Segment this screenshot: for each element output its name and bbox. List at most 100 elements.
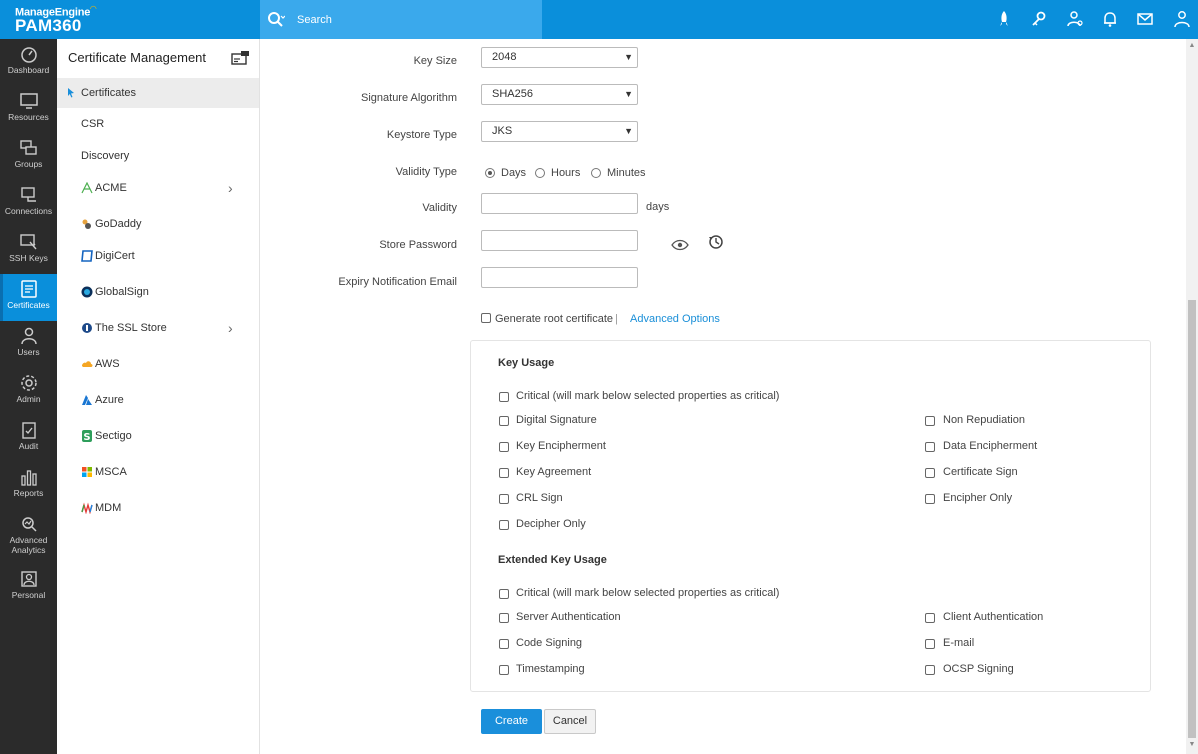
- validity-days-radio[interactable]: [485, 168, 495, 178]
- eye-icon[interactable]: [671, 239, 689, 251]
- acme-icon: [81, 182, 93, 194]
- key-agreement-checkbox[interactable]: [499, 468, 509, 478]
- key-link-icon[interactable]: [1030, 10, 1048, 28]
- non-repudiation-checkbox[interactable]: [925, 416, 935, 426]
- personal-icon: [20, 571, 37, 587]
- generate-root-checkbox[interactable]: [481, 313, 491, 323]
- godaddy-icon: [82, 219, 91, 229]
- users-icon: [20, 327, 37, 345]
- search-input[interactable]: Search: [297, 14, 332, 26]
- chevron-down-icon: ▼: [624, 89, 633, 99]
- crl-sign-checkbox[interactable]: [499, 494, 509, 504]
- code-signing-checkbox[interactable]: [499, 639, 509, 649]
- decipher-only-checkbox[interactable]: [499, 520, 509, 530]
- certificate-sign-label: Certificate Sign: [943, 466, 1018, 478]
- nav-admin[interactable]: Admin: [0, 368, 57, 415]
- keystore-type-label: Keystore Type: [386, 129, 457, 141]
- sidebar-item-mdm[interactable]: MDM: [57, 493, 259, 523]
- email-label: E-mail: [943, 637, 975, 649]
- nav-personal[interactable]: Personal: [0, 564, 57, 611]
- create-button[interactable]: Create: [481, 709, 542, 734]
- sidebar-item-sectigo[interactable]: S Sectigo: [57, 421, 259, 451]
- generate-root-label: Generate root certificate: [495, 313, 614, 325]
- microsoft-icon: [82, 467, 92, 477]
- nav-audit[interactable]: Audit: [0, 415, 57, 462]
- email-checkbox[interactable]: [925, 639, 935, 649]
- product-name: PAM360: [15, 16, 82, 35]
- server-authentication-label: Server Authentication: [516, 611, 621, 623]
- azure-icon: [82, 395, 92, 405]
- user-icon[interactable]: [1173, 10, 1191, 28]
- encipher-only-checkbox[interactable]: [925, 494, 935, 504]
- key-agreement-label: Key Agreement: [516, 466, 592, 478]
- clipboard-icon: [21, 422, 36, 439]
- advanced-options-link[interactable]: Advanced Options: [630, 313, 720, 325]
- groups-icon: [19, 140, 37, 155]
- timestamping-checkbox[interactable]: [499, 665, 509, 675]
- key-encipherment-label: Key Encipherment: [516, 440, 606, 452]
- validity-minutes-radio[interactable]: [591, 168, 601, 178]
- validity-label: Validity: [422, 202, 457, 214]
- validity-hours-radio[interactable]: [535, 168, 545, 178]
- ocsp-signing-checkbox[interactable]: [925, 665, 935, 675]
- data-encipherment-label: Data Encipherment: [943, 440, 1038, 452]
- sidebar-item-msca[interactable]: MSCA: [57, 457, 259, 487]
- certificate-sign-checkbox[interactable]: [925, 468, 935, 478]
- sidebar-item-azure[interactable]: Azure: [57, 385, 259, 415]
- key-usage-critical-checkbox[interactable]: [499, 392, 509, 402]
- crl-sign-label: CRL Sign: [516, 492, 563, 504]
- chevron-down-icon: ▼: [624, 126, 633, 136]
- validity-minutes-label: Minutes: [607, 167, 646, 179]
- store-password-label: Store Password: [379, 239, 457, 251]
- bar-chart-icon: [20, 470, 37, 486]
- extended-critical-checkbox[interactable]: [499, 589, 509, 599]
- rocket-icon[interactable]: [995, 10, 1013, 28]
- extended-key-usage-title: Extended Key Usage: [498, 554, 607, 566]
- scroll-up-arrow-icon[interactable]: ▲: [1188, 42, 1196, 50]
- encipher-only-label: Encipher Only: [943, 492, 1013, 504]
- nav-users[interactable]: Users: [0, 321, 57, 368]
- sidebar: Certificate Management Certificates CSR …: [57, 39, 260, 754]
- analytics-icon: [21, 517, 37, 532]
- aws-icon: [82, 361, 93, 367]
- code-signing-label: Code Signing: [516, 637, 583, 649]
- validity-type-label: Validity Type: [395, 166, 457, 178]
- search-icon: [268, 12, 285, 27]
- nav-advanced-analytics[interactable]: Advanced Analytics: [0, 509, 57, 556]
- validity-input[interactable]: [481, 193, 638, 214]
- scrollbar-thumb[interactable]: [1188, 300, 1196, 738]
- key-encipherment-checkbox[interactable]: [499, 442, 509, 452]
- digital-signature-label: Digital Signature: [516, 414, 597, 426]
- cancel-button[interactable]: Cancel: [544, 709, 596, 734]
- validity-unit: days: [646, 201, 670, 213]
- sidebar-item-the-ssl-store[interactable]: The SSL Store ›: [57, 313, 259, 343]
- ocsp-signing-label: OCSP Signing: [943, 663, 1014, 675]
- digital-signature-checkbox[interactable]: [499, 416, 509, 426]
- client-authentication-checkbox[interactable]: [925, 613, 935, 623]
- server-authentication-checkbox[interactable]: [499, 613, 509, 623]
- signature-algorithm-select[interactable]: SHA256 ▼: [481, 84, 638, 105]
- brand-logo[interactable]: ManageEngine◠ PAM360: [0, 0, 260, 39]
- digicert-icon: [81, 250, 93, 262]
- key-size-select[interactable]: 2048 ▼: [481, 47, 638, 68]
- expiry-email-label: Expiry Notification Email: [338, 276, 457, 288]
- data-encipherment-checkbox[interactable]: [925, 442, 935, 452]
- sectigo-icon: S: [82, 430, 92, 442]
- mail-icon[interactable]: [1136, 10, 1154, 28]
- nav-reports[interactable]: Reports: [0, 462, 57, 509]
- user-settings-icon[interactable]: [1066, 10, 1084, 28]
- bell-icon[interactable]: [1101, 10, 1119, 28]
- chevron-right-icon[interactable]: ›: [228, 313, 233, 343]
- expiry-email-input[interactable]: [481, 267, 638, 288]
- validity-hours-label: Hours: [551, 167, 581, 179]
- generate-password-icon[interactable]: [708, 234, 724, 250]
- search-bar[interactable]: Search: [260, 0, 542, 39]
- sidebar-item-aws[interactable]: AWS: [57, 349, 259, 379]
- main-nav: Dashboard Resources Groups Connections S…: [0, 39, 57, 754]
- non-repudiation-label: Non Repudiation: [943, 414, 1025, 426]
- svg-text:S: S: [83, 432, 90, 442]
- scroll-down-arrow-icon[interactable]: ▼: [1188, 741, 1196, 749]
- keystore-type-select[interactable]: JKS ▼: [481, 121, 638, 142]
- store-password-input[interactable]: [481, 230, 638, 251]
- client-authentication-label: Client Authentication: [943, 611, 1044, 623]
